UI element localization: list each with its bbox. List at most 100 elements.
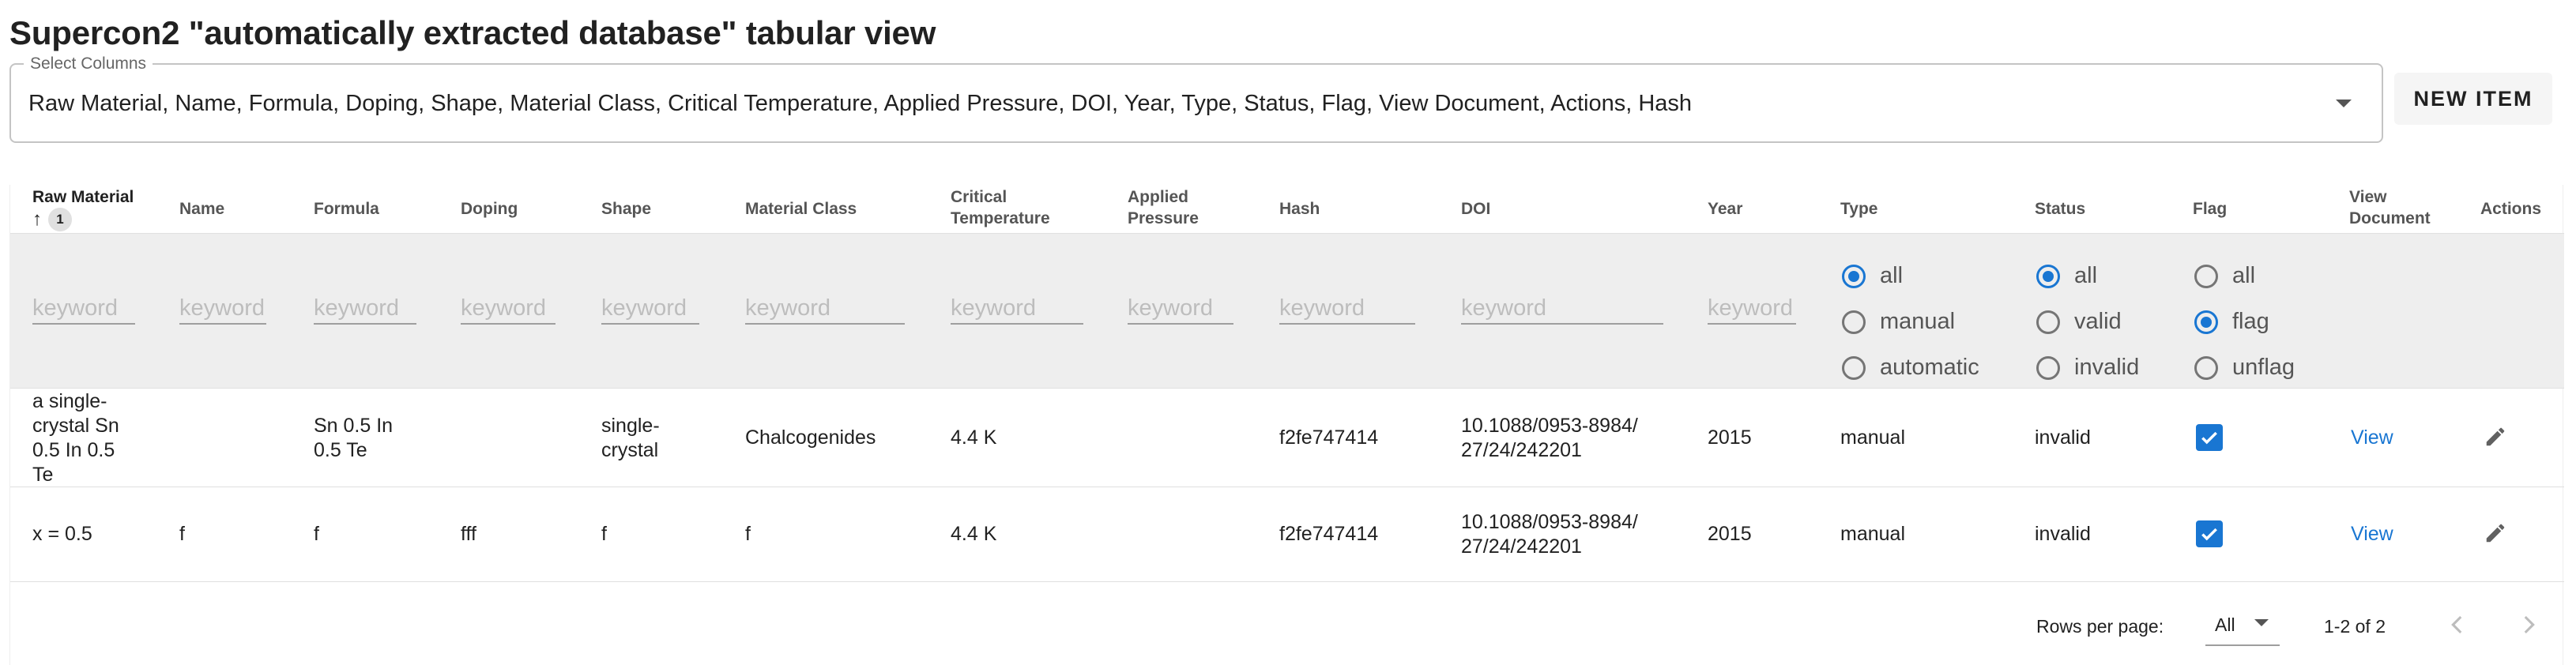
cell-name: f xyxy=(179,523,185,545)
new-item-button[interactable]: NEW ITEM xyxy=(2394,73,2552,125)
radio-label: manual xyxy=(1880,309,1956,334)
radio-unchecked-icon xyxy=(2036,310,2060,334)
radio-unchecked-icon xyxy=(1842,310,1866,334)
cell-raw-material: x = 0.5 xyxy=(32,523,92,545)
column-header-name[interactable]: Name xyxy=(179,198,224,220)
type-filter-all-radio[interactable]: all xyxy=(1842,263,1903,289)
flag-checkbox[interactable] xyxy=(2196,520,2223,547)
view-document-link[interactable]: View xyxy=(2351,522,2393,547)
cell-critical-temperature: 4.4 K xyxy=(951,523,997,545)
radio-unchecked-icon xyxy=(2194,264,2218,288)
cell-shape: f xyxy=(601,523,607,545)
formula-filter-input[interactable] xyxy=(314,293,416,325)
raw-material-filter-input[interactable] xyxy=(32,293,135,325)
year-filter-input[interactable] xyxy=(1708,293,1796,325)
cell-material-class: f xyxy=(745,523,751,545)
shape-filter-input[interactable] xyxy=(601,293,699,325)
page-title: Supercon2 "automatically extracted datab… xyxy=(9,14,936,51)
rows-per-page-label: Rows per page: xyxy=(2036,616,2164,637)
radio-label: all xyxy=(2074,263,2098,288)
radio-unchecked-icon xyxy=(2036,355,2060,380)
column-header-doi[interactable]: DOI xyxy=(1461,198,1490,220)
cell-doi: 10.1088/0953-8984/27/24/242201 xyxy=(1461,415,1638,461)
column-select[interactable]: Select Columns Raw Material, Name, Formu… xyxy=(9,54,2383,143)
status-filter-valid-radio[interactable]: valid xyxy=(2036,309,2122,335)
arrow-up-icon: ↑ xyxy=(32,209,42,230)
sort-priority-badge: 1 xyxy=(48,208,72,231)
table-row: a single-crystal Sn 0.5 In 0.5 Te Sn 0.5… xyxy=(10,389,2564,487)
column-header-critical-temperature[interactable]: Critical Temperature xyxy=(951,186,1061,229)
status-filter-all-radio[interactable]: all xyxy=(2036,263,2097,289)
radio-label: all xyxy=(2232,263,2256,288)
column-header-label: Raw Material xyxy=(32,188,134,206)
type-filter-manual-radio[interactable]: manual xyxy=(1842,309,1955,335)
radio-unchecked-icon xyxy=(2194,355,2218,380)
column-header-type[interactable]: Type xyxy=(1840,198,1877,220)
material-class-filter-input[interactable] xyxy=(745,293,905,325)
radio-label: automatic xyxy=(1880,355,1979,380)
chevron-right-icon[interactable] xyxy=(2515,611,2542,638)
column-select-label: Select Columns xyxy=(24,54,153,73)
cell-year: 2015 xyxy=(1708,426,1752,449)
type-filter-automatic-radio[interactable]: automatic xyxy=(1842,355,1979,381)
column-header-doping[interactable]: Doping xyxy=(461,198,518,220)
column-header-status[interactable]: Status xyxy=(2035,198,2085,220)
radio-checked-icon xyxy=(2194,310,2218,334)
column-header-actions: Actions xyxy=(2480,200,2542,218)
doping-filter-input[interactable] xyxy=(461,293,555,325)
pagination-range: 1-2 of 2 xyxy=(2324,616,2386,637)
column-header-flag[interactable]: Flag xyxy=(2193,198,2227,220)
column-header-formula[interactable]: Formula xyxy=(314,198,379,220)
cell-critical-temperature: 4.4 K xyxy=(951,426,997,449)
chevron-down-icon[interactable] xyxy=(2254,619,2269,626)
flag-checkbox[interactable] xyxy=(2196,424,2223,451)
check-icon xyxy=(2201,431,2217,445)
column-header-shape[interactable]: Shape xyxy=(601,198,651,220)
column-header-hash[interactable]: Hash xyxy=(1279,198,1320,220)
column-header-material-class[interactable]: Material Class xyxy=(745,198,857,220)
pagination-bar: Rows per page: All 1-2 of 2 xyxy=(10,581,2564,665)
column-header-raw-material[interactable]: Raw Material ↑ 1 xyxy=(32,186,134,231)
cell-formula: f xyxy=(314,523,319,545)
flag-filter-unflag-radio[interactable]: unflag xyxy=(2194,355,2295,381)
hash-filter-input[interactable] xyxy=(1279,293,1415,325)
radio-label: flag xyxy=(2232,309,2269,334)
radio-label: unflag xyxy=(2232,355,2295,380)
table-row: x = 0.5 f f fff f f 4.4 K f2fe747414 10.… xyxy=(10,487,2564,582)
cell-doi: 10.1088/0953-8984/27/24/242201 xyxy=(1461,511,1638,558)
critical-temperature-filter-input[interactable] xyxy=(951,293,1083,325)
data-table: Raw Material ↑ 1 Name Formula Doping Sha… xyxy=(9,185,2564,665)
radio-label: invalid xyxy=(2074,355,2140,380)
radio-label: valid xyxy=(2074,309,2122,334)
name-filter-input[interactable] xyxy=(179,293,266,325)
cell-raw-material: a single-crystal Sn 0.5 In 0.5 Te xyxy=(32,390,119,486)
doi-filter-input[interactable] xyxy=(1461,293,1663,325)
column-header-view-document: View Document xyxy=(2349,188,2431,227)
column-header-applied-pressure[interactable]: Applied Pressure xyxy=(1128,186,1207,229)
cell-formula: Sn 0.5 In 0.5 Te xyxy=(314,415,394,461)
flag-filter-flag-radio[interactable]: flag xyxy=(2194,309,2269,335)
cell-shape: single-crystal xyxy=(601,415,660,461)
applied-pressure-filter-input[interactable] xyxy=(1128,293,1233,325)
column-header-year[interactable]: Year xyxy=(1708,198,1742,220)
cell-year: 2015 xyxy=(1708,523,1752,545)
pencil-icon[interactable] xyxy=(2484,521,2507,545)
radio-unchecked-icon xyxy=(1842,355,1866,380)
check-icon xyxy=(2201,528,2217,541)
pencil-icon[interactable] xyxy=(2484,425,2507,449)
cell-status: invalid xyxy=(2035,426,2091,449)
chevron-down-icon[interactable] xyxy=(2336,100,2352,107)
radio-checked-icon xyxy=(2036,264,2060,288)
rows-per-page-select[interactable]: All xyxy=(2205,610,2280,646)
radio-checked-icon xyxy=(1842,264,1866,288)
cell-hash: f2fe747414 xyxy=(1279,426,1379,449)
view-document-link[interactable]: View xyxy=(2351,426,2393,450)
cell-doping: fff xyxy=(461,523,476,545)
flag-filter-all-radio[interactable]: all xyxy=(2194,263,2255,289)
chevron-left-icon[interactable] xyxy=(2444,611,2471,638)
column-select-value: Raw Material, Name, Formula, Doping, Sha… xyxy=(28,91,1693,116)
cell-type: manual xyxy=(1840,523,1905,545)
radio-label: all xyxy=(1880,263,1904,288)
filter-row: all manual automatic all valid invalid a… xyxy=(10,233,2564,389)
status-filter-invalid-radio[interactable]: invalid xyxy=(2036,355,2139,381)
